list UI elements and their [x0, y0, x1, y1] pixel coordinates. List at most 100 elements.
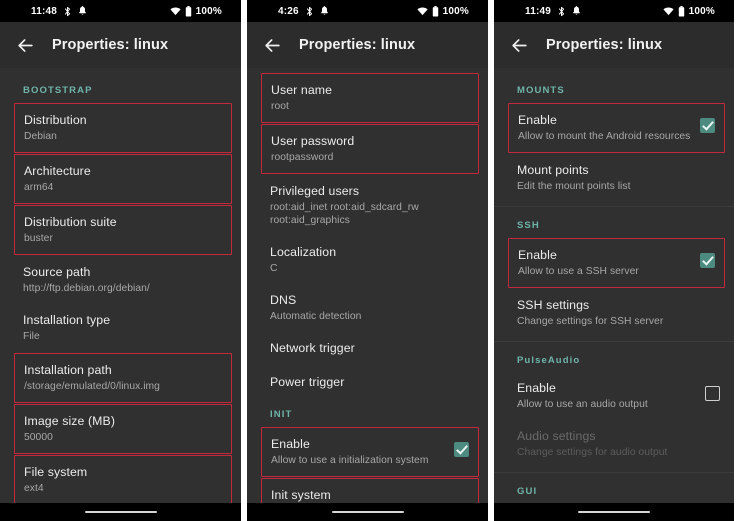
wifi-icon [170, 7, 181, 16]
app-bar: Properties: linux [0, 22, 241, 68]
row-texts: Image size (MB) 50000 [24, 414, 222, 444]
row-subtitle: Allow to use an audio output [517, 399, 648, 410]
arrow-left-icon [16, 36, 35, 55]
page-title: Properties: linux [546, 37, 663, 53]
checkbox-unchecked-icon[interactable] [705, 386, 720, 401]
section-header-init: INIT [270, 409, 293, 420]
notification-bell-icon [320, 6, 329, 16]
settings-row[interactable]: Enable Allow to use a SSH server [508, 238, 725, 288]
row-title: Architecture [24, 164, 91, 178]
row-texts: Enable Allow to use a initialization syst… [271, 437, 446, 467]
battery-percent: 100% [442, 5, 469, 17]
settings-row[interactable]: Init systemsysv [261, 478, 479, 503]
row-subtitle: File [23, 331, 40, 342]
row-texts: Mount points Edit the mount points list [517, 163, 720, 193]
row-title: Source path [23, 265, 91, 279]
row-texts: Distribution suite buster [24, 215, 222, 245]
row-texts: User name root [271, 83, 469, 113]
row-title: Power trigger [270, 375, 345, 389]
row-subtitle: arm64 [24, 182, 54, 193]
row-title: User name [271, 83, 333, 97]
settings-row[interactable]: Enable Allow to use an audio output [494, 372, 734, 420]
back-button[interactable] [257, 30, 287, 60]
settings-row[interactable]: Privileged users root:aid_inet root:aid_s… [247, 175, 488, 236]
row-title: DNS [270, 293, 297, 307]
row-texts: Distribution Debian [24, 113, 222, 143]
back-button[interactable] [10, 30, 40, 60]
row-subtitle: Automatic detection [270, 311, 362, 322]
row-subtitle: buster [24, 233, 53, 244]
settings-list: User name root User password rootpassword Pr… [247, 68, 488, 503]
status-time: 11:49 [525, 5, 552, 17]
status-bar-left: 11:48 [31, 6, 87, 17]
settings-row[interactable]: SSH settings Change settings for SSH serv… [494, 289, 734, 337]
settings-row[interactable]: Power trigger [247, 366, 488, 400]
settings-row[interactable]: Distribution suite buster [14, 205, 232, 255]
app-bar: Properties: linux [494, 22, 734, 68]
row-texts: Localization C [270, 245, 474, 275]
navigation-bar [0, 503, 241, 521]
checkbox-checked-icon[interactable] [700, 118, 715, 133]
settings-row[interactable]: Architecture arm64 [14, 154, 232, 204]
status-bar-left: 11:49 [525, 6, 581, 17]
back-button[interactable] [504, 30, 534, 60]
arrow-left-icon [263, 36, 282, 55]
settings-row[interactable]: Network trigger [247, 332, 488, 366]
gesture-pill[interactable] [84, 510, 157, 514]
row-subtitle: Edit the mount points list [517, 181, 631, 192]
phone-screen-screen-init: 4:26 100% Properties: linux User name root Us… [247, 0, 488, 521]
row-title: Enable [518, 248, 557, 262]
row-texts: Architecture arm64 [24, 164, 222, 194]
checkbox-checked-icon[interactable] [454, 442, 469, 457]
status-bar-left: 4:26 [278, 6, 329, 17]
settings-row[interactable]: Enable Allow to use a initialization syst… [261, 427, 479, 477]
row-title: Localization [270, 245, 337, 259]
notification-bell-icon [78, 6, 87, 16]
row-texts: User password rootpassword [271, 134, 469, 164]
status-bar: 4:26 100% [247, 0, 488, 22]
row-subtitle: /storage/emulated/0/linux.img [24, 381, 160, 392]
settings-row[interactable]: DNS Automatic detection [247, 284, 488, 332]
settings-row[interactable]: Mount points Edit the mount points list [494, 154, 734, 202]
row-title: Distribution suite [24, 215, 117, 229]
checkbox-checked-icon[interactable] [700, 253, 715, 268]
row-title: Installation path [24, 363, 112, 377]
row-title: Installation type [23, 313, 111, 327]
settings-row[interactable]: User name root [261, 73, 479, 123]
row-subtitle: root:aid_inet root:aid_sdcard_rw root:ai… [270, 202, 419, 226]
gesture-pill[interactable] [578, 510, 650, 514]
row-texts: Audio settings Change settings for audio … [517, 429, 720, 459]
phone-screen-screen-bootstrap: 11:48 100% Properties: linux BOOTSTRAP Distr… [0, 0, 241, 521]
settings-row[interactable]: Installation type File [0, 304, 241, 352]
row-subtitle: ext4 [24, 483, 44, 494]
status-bar-right: 100% [170, 6, 222, 17]
settings-row[interactable]: Enable Allow to mount the Android resourc… [508, 103, 725, 153]
gesture-pill[interactable] [331, 510, 404, 514]
settings-row[interactable]: Source path http://ftp.debian.org/debian/ [0, 256, 241, 304]
section-header-bootstrap: BOOTSTRAP [23, 85, 93, 96]
row-title: Image size (MB) [24, 414, 116, 428]
app-bar: Properties: linux [247, 22, 488, 68]
navigation-bar [247, 503, 488, 521]
settings-row[interactable]: User password rootpassword [261, 124, 479, 174]
row-subtitle: Allow to use a SSH server [518, 266, 639, 277]
row-texts: Power trigger [270, 375, 474, 390]
row-title: Audio settings [517, 429, 596, 443]
settings-row[interactable]: Distribution Debian [14, 103, 232, 153]
section-header-mounts: MOUNTS [517, 85, 565, 96]
screenshot-triptych: 11:48 100% Properties: linux BOOTSTRAP Distr… [0, 0, 740, 521]
battery-icon [678, 5, 685, 17]
settings-row[interactable]: Localization C [247, 236, 488, 284]
row-title: SSH settings [517, 298, 590, 312]
row-subtitle: Change settings for audio output [517, 447, 668, 458]
settings-row[interactable]: Image size (MB) 50000 [14, 404, 232, 454]
section-header-pulseaudio: PulseAudio [517, 355, 581, 366]
status-bar-right: 100% [663, 6, 715, 17]
settings-row[interactable]: Installation path/storage/emulated/0/lin… [14, 353, 232, 403]
row-subtitle: Change settings for SSH server [517, 316, 664, 327]
settings-row[interactable]: File system ext4 [14, 455, 232, 503]
wifi-icon [417, 7, 428, 16]
row-subtitle: rootpassword [271, 152, 334, 163]
row-texts: Enable Allow to use an audio output [517, 381, 697, 411]
row-subtitle: C [270, 263, 278, 274]
